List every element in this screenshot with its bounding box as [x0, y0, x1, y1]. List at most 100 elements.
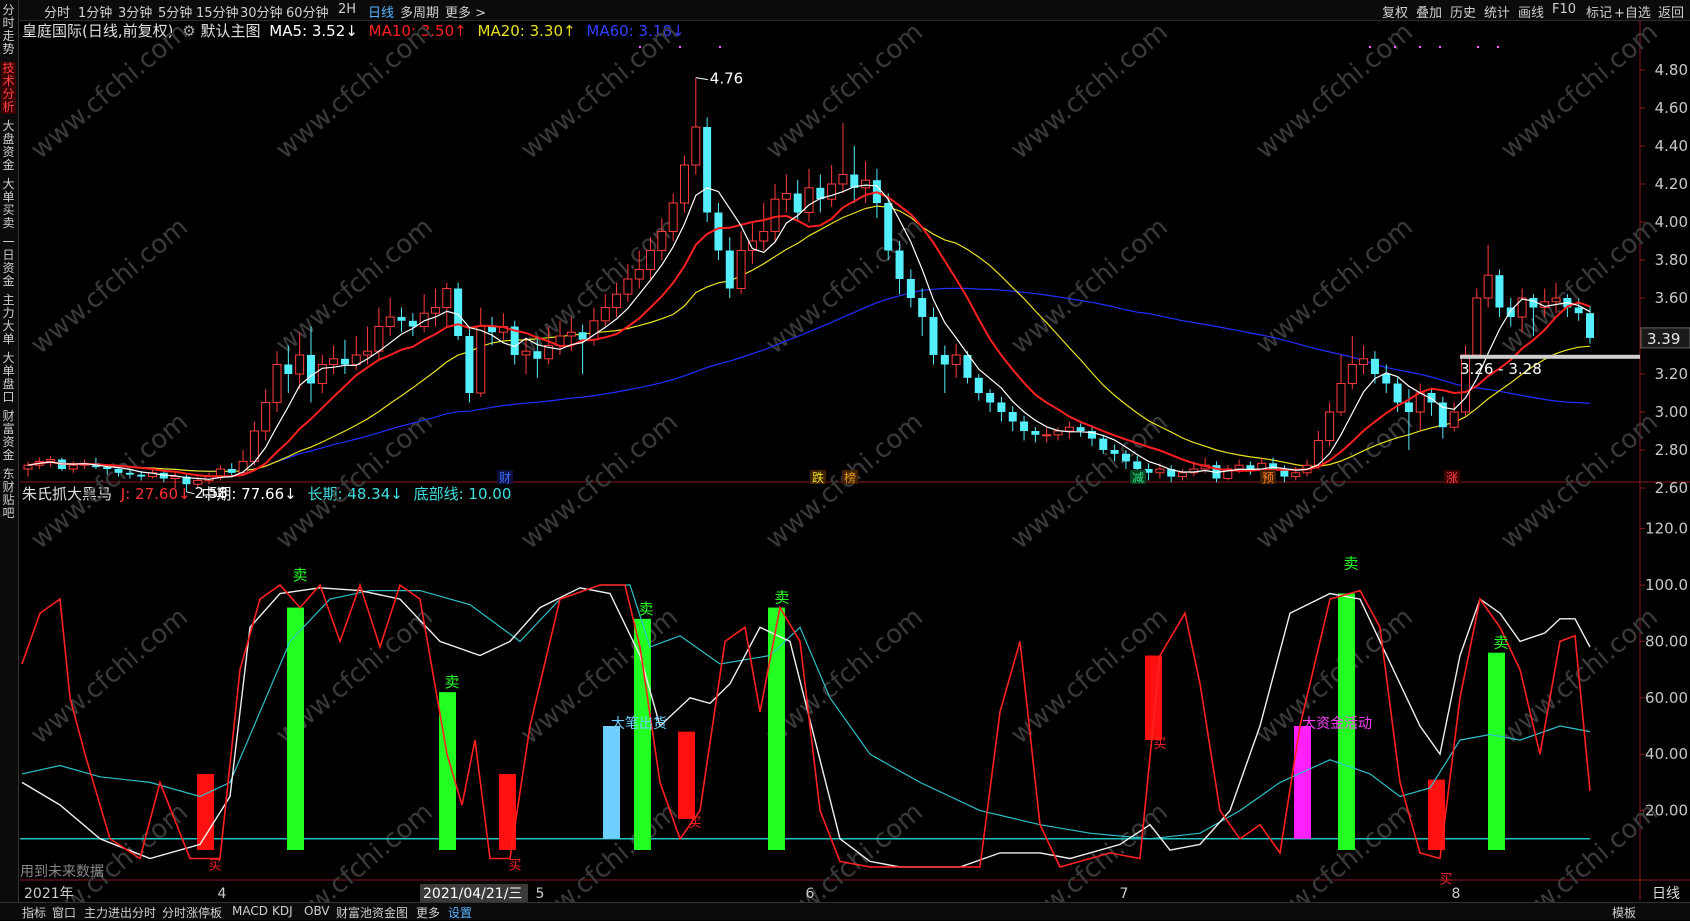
candle-body[interactable]	[986, 393, 995, 403]
sell-signal-bar[interactable]	[1488, 652, 1505, 850]
candle-body[interactable]	[1042, 434, 1052, 437]
candle-body[interactable]	[646, 250, 656, 270]
bottom-tab-1[interactable]: 窗口	[52, 904, 76, 921]
candle-body[interactable]	[430, 307, 440, 314]
candle-body[interactable]	[1155, 468, 1165, 474]
event-marker-1[interactable]: 跌	[812, 470, 824, 485]
candle-body[interactable]	[1076, 427, 1085, 431]
candle-body[interactable]	[657, 231, 667, 251]
candle-body[interactable]	[23, 464, 33, 470]
candle-body[interactable]	[600, 307, 610, 322]
bottom-template-button[interactable]: 模板	[1612, 904, 1636, 921]
candle-body[interactable]	[714, 212, 723, 251]
candle-body[interactable]	[1449, 411, 1459, 428]
candle-body[interactable]	[884, 203, 893, 251]
candle-body[interactable]	[227, 469, 236, 473]
candle-body[interactable]	[114, 469, 123, 473]
candle-body[interactable]	[363, 350, 373, 356]
candle-body[interactable]	[861, 179, 871, 189]
candle-body[interactable]	[488, 326, 497, 333]
candle-body[interactable]	[770, 198, 780, 232]
candle-body[interactable]	[284, 364, 293, 375]
bottom-tab-2[interactable]: 主力进出分时	[84, 904, 156, 921]
candle-body[interactable]	[668, 202, 678, 232]
candle-body[interactable]	[1415, 392, 1425, 413]
candle-body[interactable]	[329, 358, 339, 365]
candle-body[interactable]	[951, 354, 961, 365]
candle-body[interactable]	[1064, 426, 1074, 432]
candle-body[interactable]	[918, 298, 927, 317]
candle-body[interactable]	[612, 293, 622, 309]
candle-body[interactable]	[1483, 274, 1493, 299]
candle-body[interactable]	[1586, 313, 1594, 338]
candle-body[interactable]	[238, 460, 248, 474]
candle-body[interactable]	[249, 430, 259, 462]
candle-body[interactable]	[997, 402, 1006, 413]
candle-body[interactable]	[781, 193, 791, 200]
candle-body[interactable]	[679, 164, 689, 204]
bottom-tab-3[interactable]: 分时涨停板	[162, 904, 222, 921]
candle-body[interactable]	[929, 317, 938, 355]
candle-body[interactable]	[1495, 275, 1504, 308]
sell-signal-bar[interactable]	[634, 618, 651, 850]
buy-signal-bar[interactable]	[197, 773, 214, 850]
event-marker-5[interactable]: 涨	[1446, 470, 1458, 485]
candle-body[interactable]	[566, 331, 576, 337]
candle-body[interactable]	[317, 364, 327, 384]
candle-body[interactable]	[1110, 450, 1119, 454]
candle-body[interactable]	[703, 127, 712, 213]
candle-body[interactable]	[454, 288, 463, 337]
candle-body[interactable]	[306, 355, 315, 384]
candle-body[interactable]	[895, 250, 904, 280]
candle-body[interactable]	[1246, 465, 1255, 469]
candle-body[interactable]	[1404, 402, 1413, 413]
candle-body[interactable]	[1382, 374, 1391, 384]
candle-body[interactable]	[1008, 412, 1017, 422]
candle-body[interactable]	[68, 464, 78, 470]
buy-signal-bar[interactable]	[678, 731, 695, 820]
candle-body[interactable]	[838, 174, 848, 185]
candle-body[interactable]	[397, 317, 406, 321]
candle-body[interactable]	[736, 250, 746, 289]
event-marker-4[interactable]: 预	[1262, 471, 1274, 485]
candle-body[interactable]	[1178, 472, 1188, 478]
candle-body[interactable]	[442, 288, 452, 308]
stock-chart[interactable]: www.cfchi.com www.cfchi.com www.cfchi.com w…	[0, 0, 1690, 919]
candle-body[interactable]	[340, 358, 349, 365]
candle-body[interactable]	[1393, 383, 1402, 403]
bottom-tab-5[interactable]: KDJ	[272, 904, 293, 918]
candle-body[interactable]	[533, 351, 542, 359]
candle-body[interactable]	[578, 332, 587, 340]
candle-body[interactable]	[1517, 297, 1527, 318]
event-marker-3[interactable]: 减	[1132, 471, 1144, 485]
big_sell-signal-bar[interactable]	[603, 726, 620, 839]
event-marker-2[interactable]: 榜	[844, 470, 856, 485]
candle-body[interactable]	[1031, 431, 1040, 435]
candle-body[interactable]	[1438, 402, 1447, 428]
candle-body[interactable]	[137, 474, 146, 477]
candle-body[interactable]	[725, 250, 734, 289]
bottom-tab-0[interactable]: 指标	[22, 904, 46, 921]
bottom-tab-6[interactable]: OBV	[304, 904, 330, 918]
candle-body[interactable]	[940, 355, 949, 365]
candle-body[interactable]	[827, 183, 837, 200]
candle-body[interactable]	[1347, 364, 1357, 384]
candle-body[interactable]	[385, 316, 395, 327]
candle-body[interactable]	[759, 231, 769, 242]
candle-body[interactable]	[634, 269, 644, 280]
candle-body[interactable]	[1370, 358, 1379, 374]
candle-body[interactable]	[793, 193, 802, 213]
event-marker-0[interactable]: 财	[499, 471, 511, 485]
candle-body[interactable]	[1336, 383, 1346, 413]
candle-body[interactable]	[295, 354, 305, 375]
candle-body[interactable]	[408, 320, 417, 327]
candle-body[interactable]	[623, 278, 633, 295]
bottom-tab-4[interactable]: MACD	[232, 904, 268, 918]
candle-body[interactable]	[1133, 461, 1142, 469]
candle-body[interactable]	[170, 476, 180, 480]
candle-body[interactable]	[374, 326, 384, 352]
candle-body[interactable]	[1020, 421, 1029, 432]
candle-body[interactable]	[125, 472, 134, 475]
candle-body[interactable]	[1574, 307, 1583, 314]
candle-body[interactable]	[476, 326, 486, 394]
